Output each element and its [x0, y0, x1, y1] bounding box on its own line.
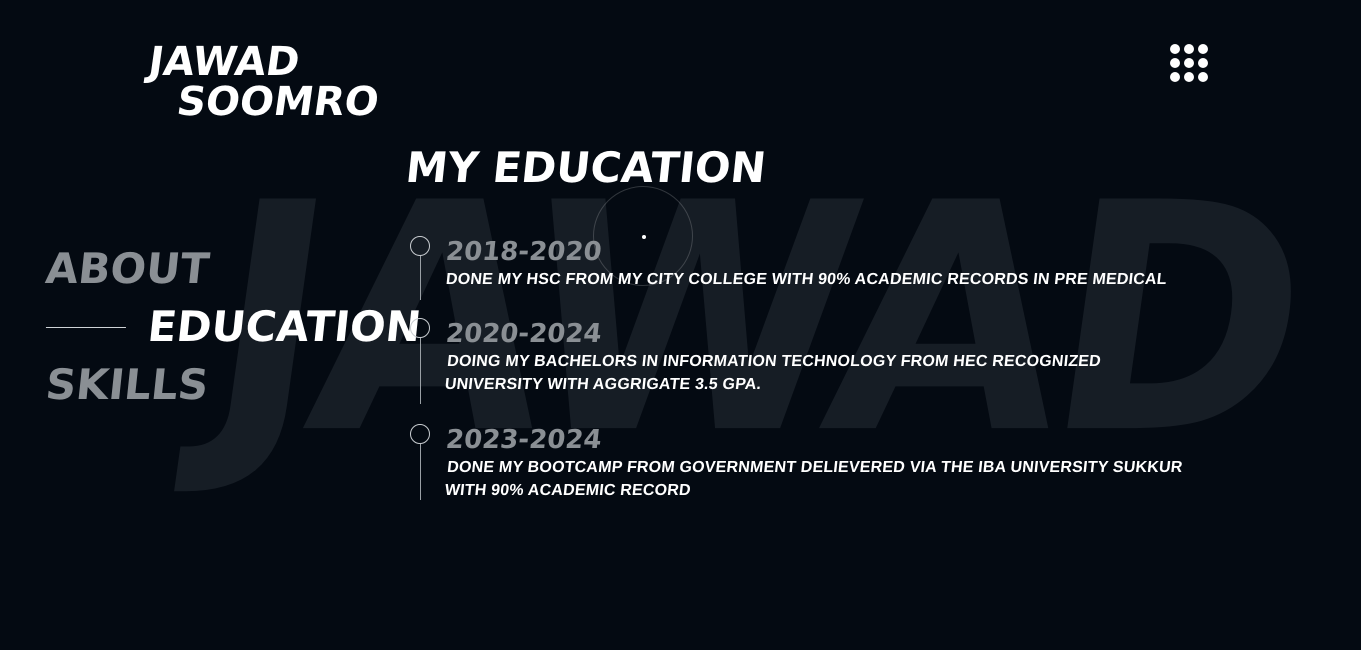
nav-item-about[interactable]: ABOUT: [43, 240, 424, 298]
timeline-description: DOING MY BACHELORS IN INFORMATION TECHNO…: [443, 353, 1102, 393]
timeline-year: 2020-2024: [444, 319, 604, 349]
logo-last-name: SOOMRO: [173, 79, 382, 125]
timeline-circle-icon: [410, 424, 430, 444]
timeline-circle-icon: [410, 318, 430, 338]
timeline-description: DONE MY BOOTCAMP FROM GOVERNMENT DELIEVE…: [443, 459, 1184, 499]
nav-item-label: EDUCATION: [145, 302, 424, 351]
menu-dot: [1198, 44, 1208, 54]
menu-dot: [1184, 44, 1194, 54]
logo-first-name: JAWAD: [145, 39, 303, 85]
timeline-description: DONE MY HSC FROM MY CITY COLLEGE WITH 90…: [445, 271, 1168, 288]
nav-item-label: SKILLS: [43, 360, 211, 409]
timeline-item: 2018-2020 DONE MY HSC FROM MY CITY COLLE…: [410, 236, 1210, 318]
education-timeline: 2018-2020 DONE MY HSC FROM MY CITY COLLE…: [410, 236, 1210, 514]
nav-item-label: ABOUT: [43, 244, 212, 293]
timeline-circle-icon: [410, 236, 430, 256]
timeline-item: 2023-2024 DONE MY BOOTCAMP FROM GOVERNME…: [410, 424, 1210, 514]
active-indicator-line: [45, 327, 126, 328]
timeline-year: 2023-2024: [444, 425, 604, 455]
timeline-year: 2018-2020: [444, 237, 604, 267]
side-nav: ABOUT EDUCATION SKILLS: [43, 240, 424, 414]
menu-dot: [1170, 44, 1180, 54]
menu-dot: [1170, 72, 1180, 82]
menu-dot: [1198, 58, 1208, 68]
timeline-connector: [420, 444, 421, 500]
menu-dot: [1184, 58, 1194, 68]
timeline-connector: [420, 256, 421, 300]
section-title: MY EDUCATION: [403, 143, 769, 192]
site-logo[interactable]: JAWAD SOOMRO: [140, 39, 387, 125]
nav-item-education[interactable]: EDUCATION: [43, 298, 424, 356]
page: JAWAD JAWAD SOOMRO ABOUT EDUCATION SKILL…: [0, 0, 1361, 650]
menu-grid-icon[interactable]: [1170, 44, 1214, 88]
menu-dot: [1170, 58, 1180, 68]
timeline-item: 2020-2024 DOING MY BACHELORS IN INFORMAT…: [410, 318, 1210, 424]
menu-dot: [1184, 72, 1194, 82]
nav-item-skills[interactable]: SKILLS: [43, 356, 424, 414]
timeline-connector: [420, 338, 421, 404]
menu-dot: [1198, 72, 1208, 82]
